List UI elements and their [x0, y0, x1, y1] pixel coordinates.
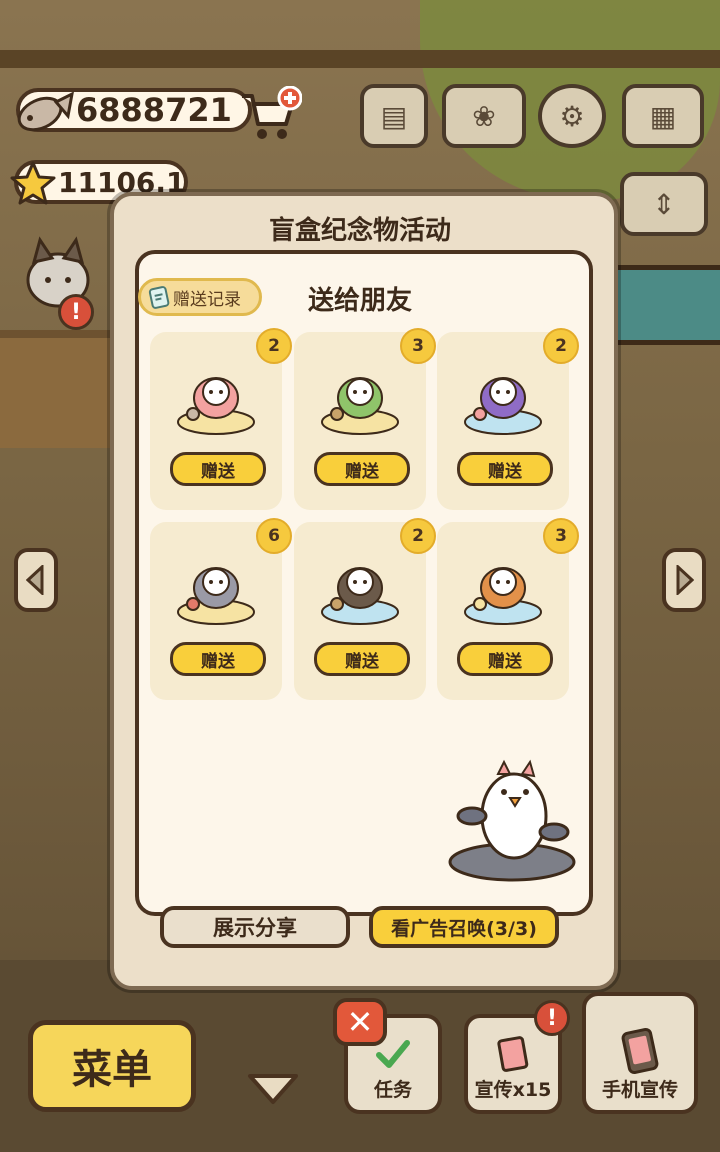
- item-count-badge: 6: [256, 518, 292, 554]
- chevron-right-icon: [676, 565, 694, 595]
- give-label: 赠送: [201, 651, 235, 672]
- phone-promotion-button[interactable]: 手机宣传: [582, 992, 698, 1114]
- gift-record-button[interactable]: 赠送记录: [138, 278, 262, 316]
- chicken-mascot-icon: [448, 759, 576, 882]
- give-button[interactable]: 赠送: [457, 642, 553, 676]
- share-button[interactable]: 展示分享: [160, 906, 350, 948]
- menu-label: 菜单: [72, 1047, 152, 1093]
- modal-title: 盲盒纪念物活动: [268, 216, 451, 246]
- clipboard-icon: [148, 286, 170, 309]
- gear-icon: ⚙: [559, 99, 585, 133]
- star-icon: [10, 161, 56, 205]
- menu-button[interactable]: 菜单: [28, 1020, 196, 1112]
- give-button[interactable]: 赠送: [170, 452, 266, 486]
- map-button[interactable]: ▦: [622, 84, 704, 148]
- watch-ad-summon-button[interactable]: 看广告召唤(3/3): [369, 906, 559, 948]
- give-button[interactable]: 赠送: [314, 642, 410, 676]
- lion-costume-cat-figure-icon: [464, 567, 542, 625]
- flyer-icon: [497, 1036, 529, 1072]
- share-label: 展示分享: [213, 916, 297, 940]
- promotion-alert-icon: !: [534, 1000, 570, 1036]
- chevron-down-icon: [248, 1074, 298, 1104]
- close-icon: ✕: [346, 1003, 374, 1041]
- notice-board-button[interactable]: ▤: [360, 84, 428, 148]
- task-label: 任务: [373, 1079, 412, 1101]
- palm-island-cat-figure-icon: [321, 377, 399, 435]
- coral-cat-figure-icon: [177, 567, 255, 625]
- pirate-raccoon-figure-icon: [321, 567, 399, 625]
- fish-amount: 6888721: [76, 91, 232, 129]
- next-arrow-button[interactable]: [662, 548, 706, 612]
- watch-ad-label: 看广告召唤(3/3): [391, 917, 537, 940]
- starfish-cat-figure-icon: [177, 377, 255, 435]
- up-down-arrows-icon: ⇕: [652, 187, 676, 221]
- give-label: 赠送: [488, 461, 522, 482]
- item-count-badge: 2: [256, 328, 292, 364]
- give-label: 赠送: [345, 461, 379, 482]
- wooden-beam: [0, 50, 720, 68]
- chevron-left-icon: [26, 565, 44, 595]
- collapse-arrow-button[interactable]: [246, 1072, 300, 1106]
- clipboard-icon: ▤: [380, 99, 408, 133]
- camera-toggle-button[interactable]: ⇕: [620, 172, 708, 236]
- give-label: 赠送: [345, 651, 379, 672]
- map-icon: ▦: [649, 99, 677, 133]
- cat-book-button[interactable]: ❀: [442, 84, 526, 148]
- settings-button[interactable]: ⚙: [538, 84, 606, 148]
- alert-icon[interactable]: !: [58, 294, 94, 330]
- item-count-badge: 3: [400, 328, 436, 364]
- witch-cat-figure-icon: [464, 377, 542, 435]
- right-shelf: [605, 265, 720, 345]
- give-button[interactable]: 赠送: [314, 452, 410, 486]
- give-label: 赠送: [488, 651, 522, 672]
- give-button[interactable]: 赠送: [457, 452, 553, 486]
- shop-cart-plus-icon[interactable]: [238, 86, 302, 144]
- item-count-badge: 2: [543, 328, 579, 364]
- item-count-badge: 3: [543, 518, 579, 554]
- give-button[interactable]: 赠送: [170, 642, 266, 676]
- give-label: 赠送: [201, 461, 235, 482]
- item-count-badge: 2: [400, 518, 436, 554]
- phone-icon: [621, 1027, 659, 1075]
- fish-icon: [17, 91, 74, 132]
- phone-promotion-label: 手机宣传: [601, 1079, 678, 1101]
- close-button[interactable]: ✕: [333, 998, 387, 1046]
- promotion-label: 宣传x15: [474, 1079, 552, 1101]
- book-icon: ❀: [472, 99, 496, 133]
- prev-arrow-button[interactable]: [14, 548, 58, 612]
- gift-record-label: 赠送记录: [173, 289, 241, 310]
